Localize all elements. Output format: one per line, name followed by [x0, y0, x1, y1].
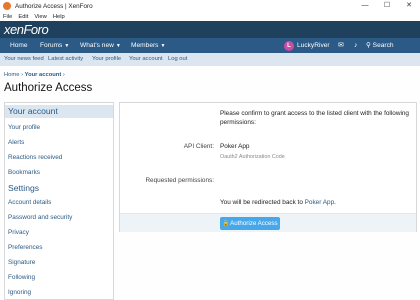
lock-icon: 🔒 — [222, 220, 231, 227]
nav-members-label: Members — [131, 42, 159, 49]
sidebar-item-bookmarks[interactable]: Bookmarks — [8, 169, 40, 176]
breadcrumb-separator: › — [21, 72, 24, 78]
authorize-form: Please confirm to grant access to the li… — [119, 102, 417, 232]
sidebar-heading-your-account[interactable]: Your account — [5, 105, 113, 118]
sub-nav: Your news feed Latest activity Your prof… — [0, 53, 420, 66]
menu-edit[interactable]: Edit — [18, 14, 28, 20]
menu-bar: File Edit View Help — [0, 12, 420, 21]
sidebar-item-following[interactable]: Following — [8, 274, 35, 281]
bell-icon[interactable]: ♪ — [354, 38, 358, 53]
maximize-button[interactable]: ☐ — [376, 0, 398, 12]
redirect-link[interactable]: Poker App — [305, 199, 335, 206]
page-title: Authorize Access — [4, 82, 93, 94]
menu-file[interactable]: File — [3, 14, 12, 20]
nav-forums[interactable]: Forums ▼ — [40, 38, 69, 53]
avatar: L — [284, 40, 294, 51]
site-header: xenForo — [0, 21, 420, 38]
chevron-down-icon[interactable]: ▼ — [160, 43, 165, 49]
subnav-log-out[interactable]: Log out — [168, 53, 187, 66]
user-menu[interactable]: L LuckyRiver — [284, 40, 330, 51]
sidebar-item-signature[interactable]: Signature — [8, 259, 35, 266]
redirect-suffix: . — [334, 199, 336, 206]
breadcrumb-your-account[interactable]: Your account — [25, 72, 62, 78]
nav-members[interactable]: Members ▼ — [131, 38, 165, 53]
sidebar-item-privacy[interactable]: Privacy — [8, 229, 29, 236]
breadcrumb: Home › Your account › — [4, 72, 65, 78]
subnav-news-feed[interactable]: Your news feed — [4, 53, 44, 66]
sidebar-item-reactions[interactable]: Reactions received — [8, 154, 62, 161]
authorize-access-button[interactable]: 🔒Authorize Access — [220, 217, 280, 230]
sidebar-item-your-profile[interactable]: Your profile — [8, 124, 40, 131]
sidebar-heading-settings: Settings — [8, 183, 40, 193]
username: LuckyRiver — [297, 42, 330, 49]
nav-home[interactable]: Home — [4, 38, 34, 53]
nav-whats-new[interactable]: What's new ▼ — [80, 38, 121, 53]
account-sidebar: Your account Your profile Alerts Reactio… — [4, 102, 114, 300]
window-title: Authorize Access | XenForo — [15, 2, 93, 10]
sidebar-item-account-details[interactable]: Account details — [8, 199, 51, 206]
window-controls: — ☐ ✕ — [354, 0, 420, 12]
intro-text: Please confirm to grant access to the li… — [220, 110, 409, 126]
subnav-your-account[interactable]: Your account — [129, 53, 163, 66]
chevron-down-icon[interactable]: ▼ — [64, 43, 69, 49]
site-logo[interactable]: xenForo — [4, 22, 49, 37]
subnav-latest-activity[interactable]: Latest activity — [48, 53, 83, 66]
main-nav: Home Forums ▼ What's new ▼ Members ▼ L Luck… — [0, 38, 420, 53]
sidebar-item-alerts[interactable]: Alerts — [8, 139, 24, 146]
api-client-label: API Client: — [183, 143, 214, 150]
browser-app-icon — [3, 2, 11, 10]
permissions-label: Requested permissions: — [145, 177, 214, 184]
redirect-text: You will be redirected back to Poker App… — [220, 199, 336, 206]
sidebar-item-ignoring[interactable]: Ignoring — [8, 289, 31, 296]
inbox-icon[interactable]: ✉ — [338, 38, 344, 53]
search-icon: ⚲ — [366, 42, 373, 49]
menu-help[interactable]: Help — [53, 14, 65, 20]
sidebar-item-password[interactable]: Password and security — [8, 214, 72, 221]
authorize-button-label: Authorize Access — [230, 220, 278, 227]
api-client-value: Poker App — [220, 143, 250, 150]
menu-view[interactable]: View — [34, 14, 46, 20]
close-button[interactable]: ✕ — [398, 0, 420, 12]
chevron-down-icon[interactable]: ▼ — [116, 43, 121, 49]
window-titlebar: Authorize Access | XenForo — ☐ ✕ — [0, 0, 420, 12]
subnav-your-profile[interactable]: Your profile — [92, 53, 121, 66]
sidebar-item-preferences[interactable]: Preferences — [8, 244, 42, 251]
search-label: Search — [372, 42, 394, 49]
api-client-type: Oauth2 Authorization Code — [220, 154, 285, 160]
breadcrumb-home[interactable]: Home — [4, 72, 19, 78]
minimize-button[interactable]: — — [354, 0, 376, 12]
redirect-prefix: You will be redirected back to — [220, 199, 305, 206]
nav-whats-new-label: What's new — [80, 42, 114, 49]
nav-forums-label: Forums — [40, 42, 63, 49]
form-footer: 🔒Authorize Access — [120, 213, 416, 232]
search-button[interactable]: ⚲ Search — [366, 38, 394, 53]
breadcrumb-separator: › — [62, 72, 65, 78]
